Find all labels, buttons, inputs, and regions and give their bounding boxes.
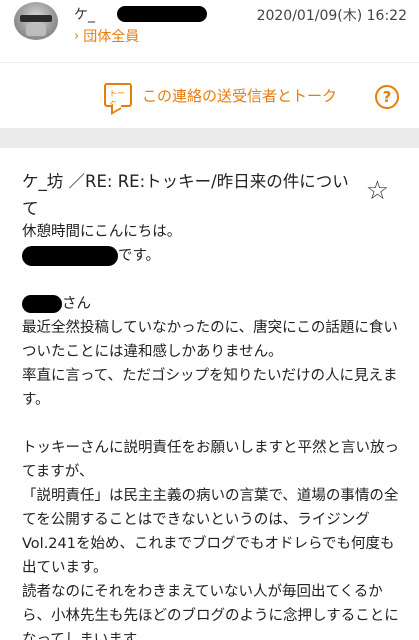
help-icon[interactable]: ?: [375, 85, 399, 109]
message-subject: ケ_坊 ／RE: RE:トッキー/昨日来の件について: [22, 172, 349, 218]
talk-icon-text: トーク: [109, 89, 125, 109]
message-body: 休憩時間にこんにちは。 です。 さん 最近全然投稿していなかったのに、唐突にこの…: [22, 220, 406, 640]
name-redaction: [22, 295, 62, 313]
body-line: トッキーさんに説明責任をお願いしますと平然と言い放ってますが、: [22, 440, 399, 480]
message-header: ケ_ 2020/01/09(木) 16:22 › 団体全員: [0, 0, 419, 62]
body-line: さん: [22, 292, 406, 316]
sender-row: ケ_: [74, 4, 207, 24]
sender-avatar[interactable]: [14, 2, 58, 40]
body-line: 最近全然投稿していなかったのに、唐突にこの話題に食いついたことには違和感しかあり…: [22, 320, 398, 360]
body-line-text: です。: [118, 248, 161, 264]
body-line: です。: [22, 244, 406, 268]
section-divider: [0, 128, 419, 148]
avatar-face: [26, 24, 46, 36]
sender-name-redaction: [117, 6, 207, 22]
talk-icon: トーク: [104, 83, 132, 109]
star-icon[interactable]: ☆: [366, 178, 389, 204]
talk-button-label: この連絡の送受信者とトーク: [142, 86, 338, 105]
group-link-label: 団体全員: [83, 29, 140, 45]
body-line: 率直に言って、ただゴシップを知りたいだけの人に見えます。: [22, 368, 398, 408]
avatar-band: [20, 15, 52, 22]
message-date: 2020/01/09(木) 16:22: [256, 8, 407, 24]
body-line: 読者なのにそれをわきまえていない人が毎回出てくるから、小林先生も先ほどのブログの…: [22, 584, 399, 640]
chevron-right-icon: ›: [74, 28, 80, 44]
talk-row: トーク この連絡の送受信者とトーク ?: [0, 62, 419, 128]
body-line: 「説明責任」は民主主義の病いの言葉で、道場の事情の全てを公開することはできないと…: [22, 488, 399, 576]
sender-name: ケ_: [74, 7, 95, 23]
body-line: 休憩時間にこんにちは。: [22, 224, 182, 240]
talk-button[interactable]: トーク この連絡の送受信者とトーク: [104, 83, 338, 109]
group-link[interactable]: › 団体全員: [74, 26, 139, 46]
body-line-text: さん: [62, 296, 91, 312]
name-redaction: [22, 246, 118, 266]
